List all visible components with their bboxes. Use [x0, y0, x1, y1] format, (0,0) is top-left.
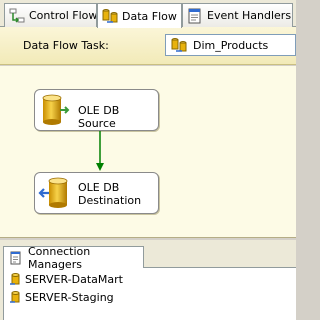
- connection-label: SERVER-DataMart: [25, 272, 123, 286]
- component-label-line-2: Destination: [78, 194, 142, 207]
- connection-managers-list: SERVER-DataMart SERVER-Staging: [3, 267, 296, 320]
- connection-managers-icon: [8, 250, 24, 266]
- tab-label: Control Flow: [29, 9, 97, 22]
- component-label: OLE DB Destination: [78, 181, 141, 207]
- connection-icon: [9, 272, 23, 286]
- ole-db-source-component[interactable]: OLE DB Source: [34, 89, 159, 131]
- data-flow-task-value: Dim_Products: [193, 38, 269, 52]
- event-handlers-icon: [187, 8, 203, 24]
- data-path-arrow[interactable]: [95, 131, 105, 172]
- data-flow-icon: [102, 8, 118, 24]
- data-flow-task-icon: [171, 37, 187, 53]
- connection-item-datamart[interactable]: SERVER-DataMart: [9, 272, 123, 286]
- component-label: OLE DB Source: [78, 104, 120, 130]
- data-flow-task-select[interactable]: Dim_Products: [165, 34, 296, 56]
- component-label-line-1: OLE DB: [78, 181, 120, 194]
- tab-label: Data Flow: [122, 9, 177, 23]
- tab-control-flow[interactable]: Control Flow: [4, 3, 97, 27]
- connection-label: SERVER-Staging: [25, 290, 114, 304]
- control-flow-icon: [9, 8, 25, 24]
- tab-data-flow[interactable]: Data Flow: [97, 3, 182, 28]
- tab-label: Connection Managers: [28, 244, 91, 271]
- tab-connection-managers[interactable]: Connection Managers: [3, 244, 144, 271]
- connection-icon: [9, 290, 23, 304]
- ole-db-destination-component[interactable]: OLE DB Destination: [34, 172, 159, 214]
- ole-db-destination-icon: [38, 176, 72, 210]
- tab-label: Event Handlers: [207, 9, 292, 22]
- connection-item-staging[interactable]: SERVER-Staging: [9, 290, 114, 304]
- ole-db-source-icon: [38, 93, 72, 127]
- data-flow-task-label: Data Flow Task:: [23, 39, 109, 52]
- tab-event-handlers[interactable]: Event Handlers: [182, 3, 293, 27]
